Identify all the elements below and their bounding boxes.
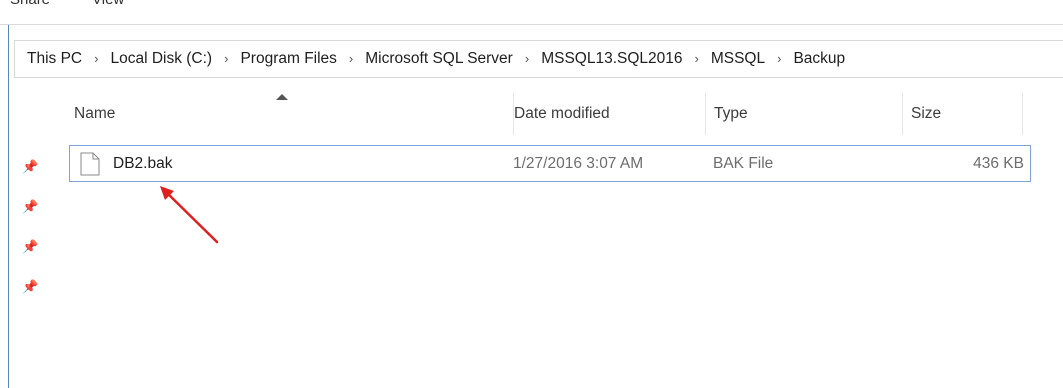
breadcrumb-local-disk[interactable]: Local Disk (C:)	[110, 50, 212, 68]
breadcrumb-backup[interactable]: Backup	[793, 50, 845, 68]
breadcrumb-program-files[interactable]: Program Files	[240, 50, 336, 68]
breadcrumb-this-pc[interactable]: This PC	[27, 50, 82, 68]
column-header-row: Name Date modified Type Size	[42, 93, 1063, 135]
ribbon-tabs: Share View	[0, 0, 1063, 25]
file-row[interactable]: DB2.bak 1/27/2016 3:07 AM BAK File 436 K…	[69, 145, 1031, 182]
breadcrumb: This PC › Local Disk (C:) › Program File…	[15, 50, 845, 68]
file-size: 436 KB	[973, 155, 1024, 172]
file-name: DB2.bak	[113, 155, 173, 172]
column-header-type[interactable]: Type	[706, 93, 903, 135]
breadcrumb-mssql13[interactable]: MSSQL13.SQL2016	[541, 50, 682, 68]
chevron-right-icon[interactable]: ›	[777, 51, 781, 66]
file-type: BAK File	[713, 155, 774, 172]
file-icon	[80, 152, 100, 176]
breadcrumb-mssql[interactable]: MSSQL	[711, 50, 765, 68]
tab-view[interactable]: View	[92, 0, 124, 8]
column-header-name[interactable]: Name	[66, 93, 514, 135]
breadcrumb-microsoft-sql-server[interactable]: Microsoft SQL Server	[365, 50, 513, 68]
window-border	[8, 0, 9, 388]
pin-icon[interactable]: 📌	[22, 280, 38, 294]
tab-share[interactable]: Share	[10, 0, 50, 8]
chevron-right-icon[interactable]: ›	[349, 51, 353, 66]
address-bar[interactable]: This PC › Local Disk (C:) › Program File…	[14, 40, 1063, 78]
pin-icon[interactable]: 📌	[22, 160, 38, 174]
file-date-modified: 1/27/2016 3:07 AM	[513, 155, 644, 172]
column-header-date-modified[interactable]: Date modified	[506, 93, 706, 135]
file-explorer-window: Share View This PC › Local Disk (C:) › P…	[0, 0, 1063, 388]
chevron-right-icon[interactable]: ›	[695, 51, 699, 66]
chevron-right-icon[interactable]: ›	[94, 51, 98, 66]
annotation-arrow	[160, 186, 219, 244]
column-header-size[interactable]: Size	[903, 93, 1023, 135]
pin-icon[interactable]: 📌	[22, 240, 38, 254]
chevron-right-icon[interactable]: ›	[525, 51, 529, 66]
pin-icon[interactable]: 📌	[22, 200, 38, 214]
chevron-right-icon[interactable]: ›	[224, 51, 228, 66]
